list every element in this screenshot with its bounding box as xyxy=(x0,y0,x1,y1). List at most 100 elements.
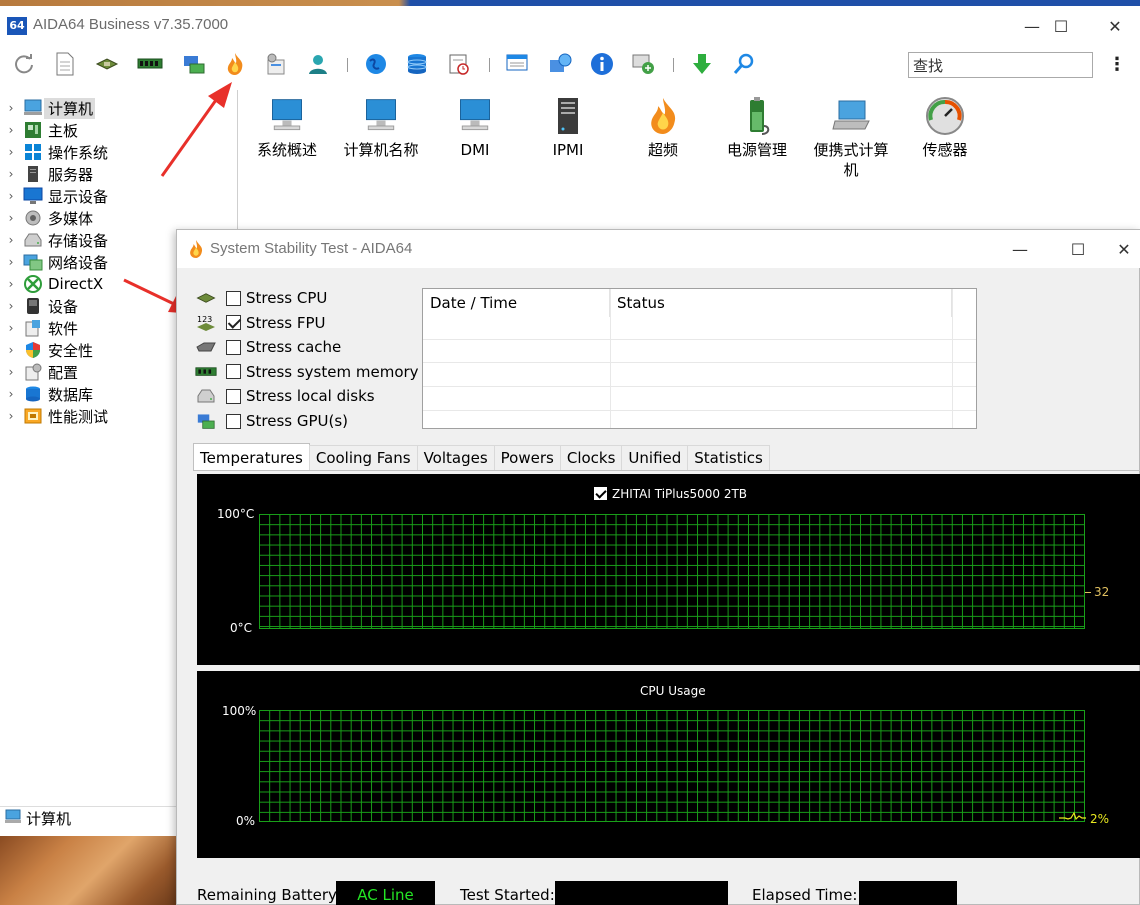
chevron-right-icon[interactable]: › xyxy=(0,233,22,247)
tree-item-label: 操作系统 xyxy=(48,143,109,162)
computer-icon xyxy=(455,96,495,136)
stress-checkbox[interactable] xyxy=(226,413,241,429)
database-icon[interactable] xyxy=(403,50,431,78)
about-info-icon[interactable] xyxy=(588,50,616,78)
shield-icon xyxy=(22,341,44,359)
stress-option[interactable]: Stress GPU(s) xyxy=(195,410,348,432)
chevron-right-icon[interactable]: › xyxy=(0,145,22,159)
column-header-datetime[interactable]: Date / Time xyxy=(423,289,610,317)
dialog-minimize-button[interactable]: — xyxy=(991,230,1049,268)
tree-item-label: 显示设备 xyxy=(48,187,109,206)
tab-powers[interactable]: Powers xyxy=(493,445,561,470)
tools-icon[interactable] xyxy=(546,50,574,78)
refresh-icon[interactable] xyxy=(10,50,38,78)
menu-more-icon[interactable]: ⋮ xyxy=(1108,54,1126,78)
tab-clocks[interactable]: Clocks xyxy=(559,445,623,470)
content-icon-item[interactable]: IPMI xyxy=(523,96,613,160)
aida64-app-icon: 64 xyxy=(7,17,27,35)
stress-option[interactable]: Stress cache xyxy=(195,336,341,358)
tree-item-label: 软件 xyxy=(48,319,79,338)
legend-checkbox[interactable] xyxy=(594,487,607,500)
cpuid-icon[interactable] xyxy=(262,50,290,78)
stress-checkbox[interactable] xyxy=(226,339,241,355)
user-icon[interactable] xyxy=(304,50,332,78)
chevron-right-icon[interactable]: › xyxy=(0,365,22,379)
tab-unified[interactable]: Unified xyxy=(621,445,689,470)
chevron-right-icon[interactable]: › xyxy=(0,189,22,203)
report-wizard-icon[interactable] xyxy=(504,50,532,78)
report-icon[interactable] xyxy=(51,50,79,78)
stress-test-flame-icon[interactable] xyxy=(221,50,249,78)
tab-temperatures[interactable]: Temperatures xyxy=(193,443,310,470)
chevron-right-icon[interactable]: › xyxy=(0,343,22,357)
stress-checkbox[interactable] xyxy=(226,388,241,404)
content-icon-item[interactable]: 系统概述 xyxy=(242,96,332,160)
tab-cooling-fans[interactable]: Cooling Fans xyxy=(308,445,418,470)
column-divider xyxy=(610,289,611,428)
chevron-right-icon[interactable]: › xyxy=(0,123,22,137)
dialog-maximize-button[interactable]: ☐ xyxy=(1049,230,1107,268)
chevron-right-icon[interactable]: › xyxy=(0,167,22,181)
chevron-right-icon[interactable]: › xyxy=(0,101,22,115)
tab-voltages[interactable]: Voltages xyxy=(416,445,495,470)
content-icon-label: 电源管理 xyxy=(726,141,787,159)
remaining-battery-label: Remaining Battery: xyxy=(197,886,341,904)
column-header-status[interactable]: Status xyxy=(610,289,952,317)
stress-option-label: Stress GPU(s) xyxy=(246,412,349,430)
flame-icon xyxy=(643,96,683,136)
memory-icon[interactable] xyxy=(136,50,164,78)
search-icon[interactable] xyxy=(730,50,758,78)
battery-icon xyxy=(737,96,777,136)
network-icon[interactable] xyxy=(630,50,658,78)
stress-option[interactable]: Stress system memory xyxy=(195,361,419,383)
stress-checkbox[interactable] xyxy=(226,315,241,331)
cpu-icon[interactable] xyxy=(93,50,121,78)
content-icon-label: IPMI xyxy=(552,141,584,159)
network-card-icon[interactable] xyxy=(180,50,208,78)
content-icon-item[interactable]: 传感器 xyxy=(900,96,990,160)
search-input[interactable] xyxy=(908,52,1093,78)
aida-online-icon[interactable] xyxy=(362,50,390,78)
stress-checkbox[interactable] xyxy=(226,364,241,380)
tree-item-label: 数据库 xyxy=(48,385,94,404)
content-icon-item[interactable]: 计算机名称 xyxy=(336,96,426,160)
chevron-right-icon[interactable]: › xyxy=(0,211,22,225)
chevron-right-icon[interactable]: › xyxy=(0,321,22,335)
maximize-button[interactable]: ☐ xyxy=(1032,6,1090,46)
content-icon-item[interactable]: 电源管理 xyxy=(712,96,802,160)
server-icon xyxy=(22,165,44,183)
chevron-right-icon[interactable]: › xyxy=(0,255,22,269)
content-icon-item[interactable]: DMI xyxy=(430,96,520,160)
chevron-right-icon[interactable]: › xyxy=(0,387,22,401)
table-row xyxy=(423,386,976,387)
stress-checkbox[interactable] xyxy=(226,290,241,306)
close-button[interactable]: ✕ xyxy=(1090,6,1140,46)
title-bar: 64 AIDA64 Business v7.35.7000 — ☐ ✕ xyxy=(0,6,1140,46)
annotation-arrow xyxy=(160,82,232,177)
cpu-usage-graph: CPU Usage 100% 0% 2% xyxy=(197,671,1140,858)
stress-option[interactable]: Stress local disks xyxy=(195,385,375,407)
download-update-icon[interactable] xyxy=(688,50,716,78)
chevron-right-icon[interactable]: › xyxy=(0,277,22,291)
fpu-icon: 123 xyxy=(195,314,217,332)
scheduler-icon[interactable] xyxy=(445,50,473,78)
stress-option[interactable]: 123 Stress FPU xyxy=(195,312,326,334)
content-icon-item[interactable]: 便携式计算机 xyxy=(806,96,896,180)
content-icon-item[interactable]: 超频 xyxy=(618,96,708,160)
dialog-close-button[interactable]: ✕ xyxy=(1107,230,1140,268)
tree-item[interactable]: › 多媒体 xyxy=(0,207,233,229)
tree-item-label: DirectX xyxy=(48,275,104,293)
tree-item-label: 安全性 xyxy=(48,341,94,360)
tab-statistics[interactable]: Statistics xyxy=(687,445,770,470)
tree-item-label: 服务器 xyxy=(48,165,94,184)
stress-option[interactable]: Stress CPU xyxy=(195,287,327,309)
graph-legend[interactable]: ZHITAI TiPlus5000 2TB xyxy=(594,487,747,501)
memory-icon xyxy=(195,363,217,381)
toolbar-separator xyxy=(347,58,348,72)
chevron-right-icon[interactable]: › xyxy=(0,299,22,313)
log-table[interactable]: Date / Time Status xyxy=(422,288,977,429)
graph-title: CPU Usage xyxy=(640,684,706,698)
content-icon-label: 系统概述 xyxy=(256,141,317,159)
software-icon xyxy=(22,319,44,337)
chevron-right-icon[interactable]: › xyxy=(0,409,22,423)
